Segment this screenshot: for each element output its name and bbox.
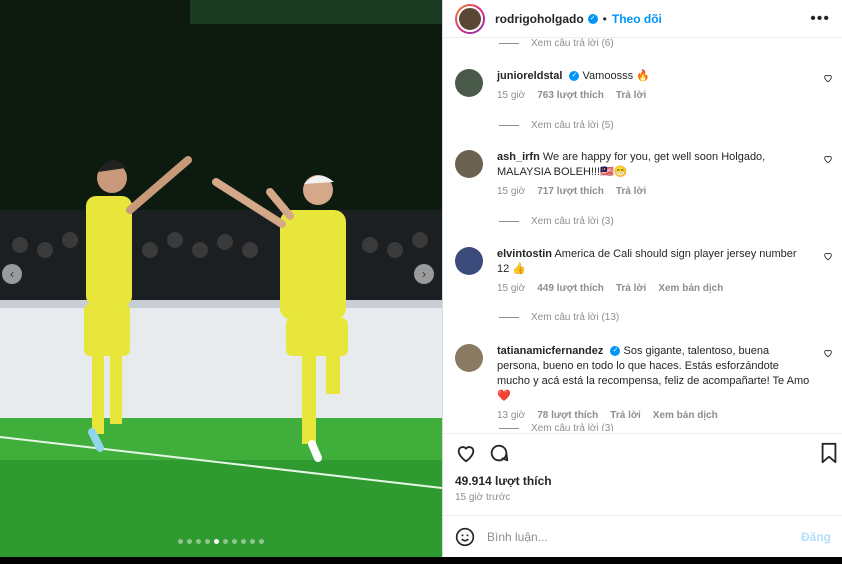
reply-button[interactable]: Trả lời (616, 283, 646, 294)
view-replies-button[interactable]: Xem câu trả lời (5) (499, 120, 614, 131)
comment-text: elvintostin America de Cali should sign … (497, 247, 811, 277)
carousel-dot (178, 539, 183, 544)
comment-meta: 13 giờ 78 lượt thích Trả lời Xem bản dịc… (497, 410, 833, 421)
commenter-avatar[interactable] (455, 69, 483, 97)
reply-button[interactable]: Trả lời (616, 186, 646, 197)
comment-likes[interactable]: 449 lượt thích (537, 283, 604, 294)
carousel-next-button[interactable]: › (414, 264, 434, 284)
comment-time: 13 giờ (497, 410, 526, 421)
emoji-icon[interactable] (455, 527, 475, 547)
heart-icon[interactable] (823, 73, 833, 83)
comment-text: ash_irfn We are happy for you, get well … (497, 150, 811, 180)
comment-meta: 15 giờ 449 lượt thích Trả lời Xem bản dị… (497, 283, 833, 294)
carousel-dot (187, 539, 192, 544)
carousel-prev-button[interactable]: ‹ (2, 264, 22, 284)
comment-likes[interactable]: 78 lượt thích (537, 410, 598, 421)
comment-input[interactable] (487, 529, 801, 544)
carousel-dot (241, 539, 246, 544)
verified-icon: ✓ (610, 346, 621, 357)
post-photo: ‹ › (0, 0, 442, 564)
heart-icon[interactable] (823, 348, 833, 358)
reply-button[interactable]: Trả lời (610, 410, 640, 421)
photo-illustration (0, 0, 442, 564)
author-username[interactable]: rodrigoholgado (495, 12, 584, 26)
heart-icon[interactable] (823, 251, 833, 261)
view-replies-partial[interactable]: Xem câu trả lời (6) (499, 38, 614, 49)
carousel-dot (205, 539, 210, 544)
post-likes[interactable]: 49.914 lượt thích (455, 474, 552, 488)
comment-time: 15 giờ (497, 90, 526, 101)
carousel-dot (196, 539, 201, 544)
carousel-dot (232, 539, 237, 544)
translate-button[interactable]: Xem bản dịch (658, 283, 723, 294)
bookmark-icon[interactable] (819, 442, 839, 464)
verified-icon: ✓ (569, 71, 580, 82)
comment-item: tatianamicfernandez ✓ Sos gigante, talen… (455, 344, 833, 421)
view-replies-button[interactable]: Xem câu trả lời (3) (499, 423, 614, 431)
post-time: 15 giờ trước (455, 492, 511, 503)
commenter-username[interactable]: ash_irfn (497, 151, 540, 163)
comment-text: tatianamicfernandez ✓ Sos gigante, talen… (497, 344, 811, 404)
more-icon[interactable]: ••• (810, 10, 830, 28)
commenter-username[interactable]: junioreldstal (497, 70, 562, 82)
translate-button[interactable]: Xem bản dịch (653, 410, 718, 421)
carousel-dot (223, 539, 228, 544)
bottom-bar (0, 557, 842, 564)
follow-button[interactable]: Theo dõi (612, 12, 662, 26)
carousel-dot (259, 539, 264, 544)
carousel-dot (250, 539, 255, 544)
comment-text: junioreldstal ✓ Vamoosss 🔥 (497, 69, 811, 84)
commenter-avatar[interactable] (455, 344, 483, 372)
view-replies-button[interactable]: Xem câu trả lời (13) (499, 312, 619, 323)
comment-likes[interactable]: 763 lượt thích (537, 90, 604, 101)
comment-icon[interactable] (488, 442, 510, 464)
add-comment-bar: Đăng (443, 515, 842, 557)
comment-likes[interactable]: 717 lượt thích (537, 186, 604, 197)
comment-meta: 15 giờ 717 lượt thích Trả lời (497, 186, 833, 197)
header-separator: • (602, 11, 607, 26)
comments-list: Xem câu trả lời (6) junioreldstal ✓ Vamo… (443, 38, 842, 431)
comment-item: junioreldstal ✓ Vamoosss 🔥 15 giờ 763 lư… (455, 69, 833, 101)
comment-meta: 15 giờ 763 lượt thích Trả lời (497, 90, 833, 101)
commenter-username[interactable]: elvintostin (497, 248, 552, 260)
verified-icon: ✓ (587, 13, 598, 24)
carousel-dot (214, 539, 219, 544)
post-actions (443, 433, 842, 473)
comment-item: elvintostin America de Cali should sign … (455, 247, 833, 294)
commenter-avatar[interactable] (455, 150, 483, 178)
post-details-panel: rodrigoholgado ✓ • Theo dõi ••• Xem câu … (442, 0, 842, 557)
comment-content: Vamoosss 🔥 (582, 70, 650, 82)
post-comment-button[interactable]: Đăng (801, 530, 831, 544)
author-avatar[interactable] (455, 3, 485, 34)
comment-time: 15 giờ (497, 283, 526, 294)
view-replies-button[interactable]: Xem câu trả lời (3) (499, 216, 614, 227)
commenter-username[interactable]: tatianamicfernandez (497, 345, 603, 357)
comment-item: ash_irfn We are happy for you, get well … (455, 150, 833, 197)
post-header: rodrigoholgado ✓ • Theo dõi ••• (443, 0, 842, 38)
like-icon[interactable] (455, 442, 477, 464)
commenter-avatar[interactable] (455, 247, 483, 275)
heart-icon[interactable] (823, 154, 833, 164)
carousel-dots (0, 539, 442, 544)
reply-button[interactable]: Trả lời (616, 90, 646, 101)
comment-time: 15 giờ (497, 186, 526, 197)
